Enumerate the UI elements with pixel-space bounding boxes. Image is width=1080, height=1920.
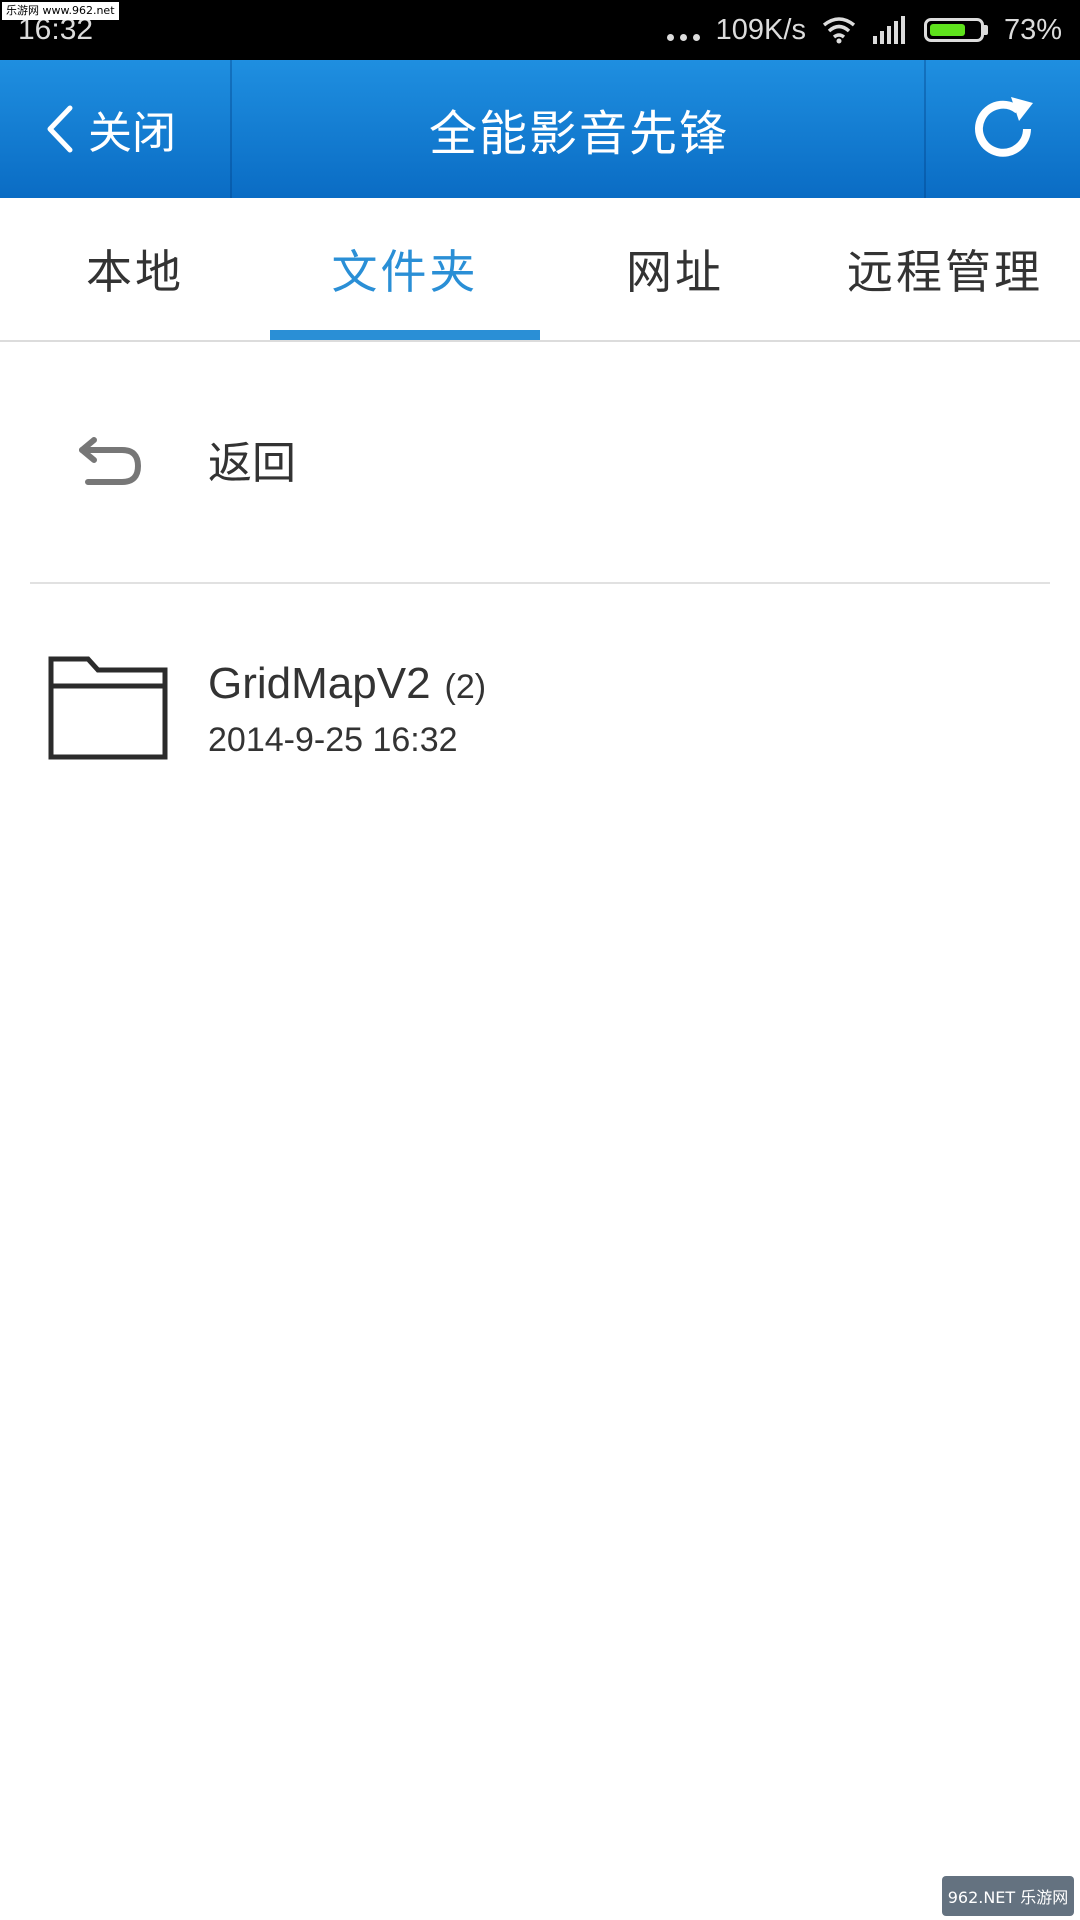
battery-icon bbox=[923, 18, 988, 42]
watermark-logo: 962.NET 乐游网 bbox=[942, 1876, 1074, 1916]
tab-label: 远程管理 bbox=[847, 245, 1043, 299]
tab-label: 网址 bbox=[626, 245, 724, 299]
folder-date: 2014-9-25 16:32 bbox=[208, 721, 458, 759]
back-label: 返回 bbox=[208, 438, 296, 489]
signal-icon bbox=[872, 16, 905, 44]
folder-name-text: GridMapV2 bbox=[208, 659, 431, 708]
wifi-icon bbox=[822, 17, 856, 44]
tab-local[interactable]: 本地 bbox=[0, 198, 270, 340]
tab-url[interactable]: 网址 bbox=[540, 198, 810, 340]
close-button[interactable]: 关闭 bbox=[0, 60, 232, 198]
net-speed: 109K/s bbox=[715, 13, 806, 46]
tab-remote-management[interactable]: 远程管理 bbox=[810, 198, 1080, 340]
refresh-icon bbox=[975, 97, 1033, 157]
tab-label: 文件夹 bbox=[331, 245, 479, 299]
back-arrow-icon bbox=[79, 437, 142, 485]
folder-item-count: (2) bbox=[444, 668, 487, 706]
close-label: 关闭 bbox=[88, 108, 176, 159]
watermark-top: 乐游网 www.962.net bbox=[2, 2, 119, 20]
tab-label: 本地 bbox=[86, 245, 184, 299]
folder-name: GridMapV2 (2) bbox=[208, 656, 486, 715]
list-item[interactable]: GridMapV2 (2) 2014-9-25 16:32 bbox=[30, 584, 1050, 784]
refresh-button[interactable] bbox=[924, 60, 1080, 198]
active-tab-indicator bbox=[270, 330, 540, 340]
back-row[interactable]: 返回 bbox=[30, 344, 1050, 584]
chevron-left-icon bbox=[47, 105, 73, 153]
more-notifications-icon bbox=[666, 33, 700, 41]
tab-folder[interactable]: 文件夹 bbox=[270, 198, 540, 340]
status-bar: 16:32 乐游网 www.962.net 109K/s 73% bbox=[0, 0, 1080, 60]
battery-fill bbox=[929, 24, 965, 36]
title-bar: 关闭 全能影音先锋 bbox=[0, 60, 1080, 198]
folder-icon bbox=[48, 656, 168, 760]
tab-bar: 本地 文件夹 网址 远程管理 bbox=[0, 198, 1080, 342]
app-title: 全能影音先锋 bbox=[428, 106, 729, 162]
status-icons: 109K/s 73% bbox=[666, 10, 1062, 50]
battery-percent: 73% bbox=[1003, 13, 1062, 46]
